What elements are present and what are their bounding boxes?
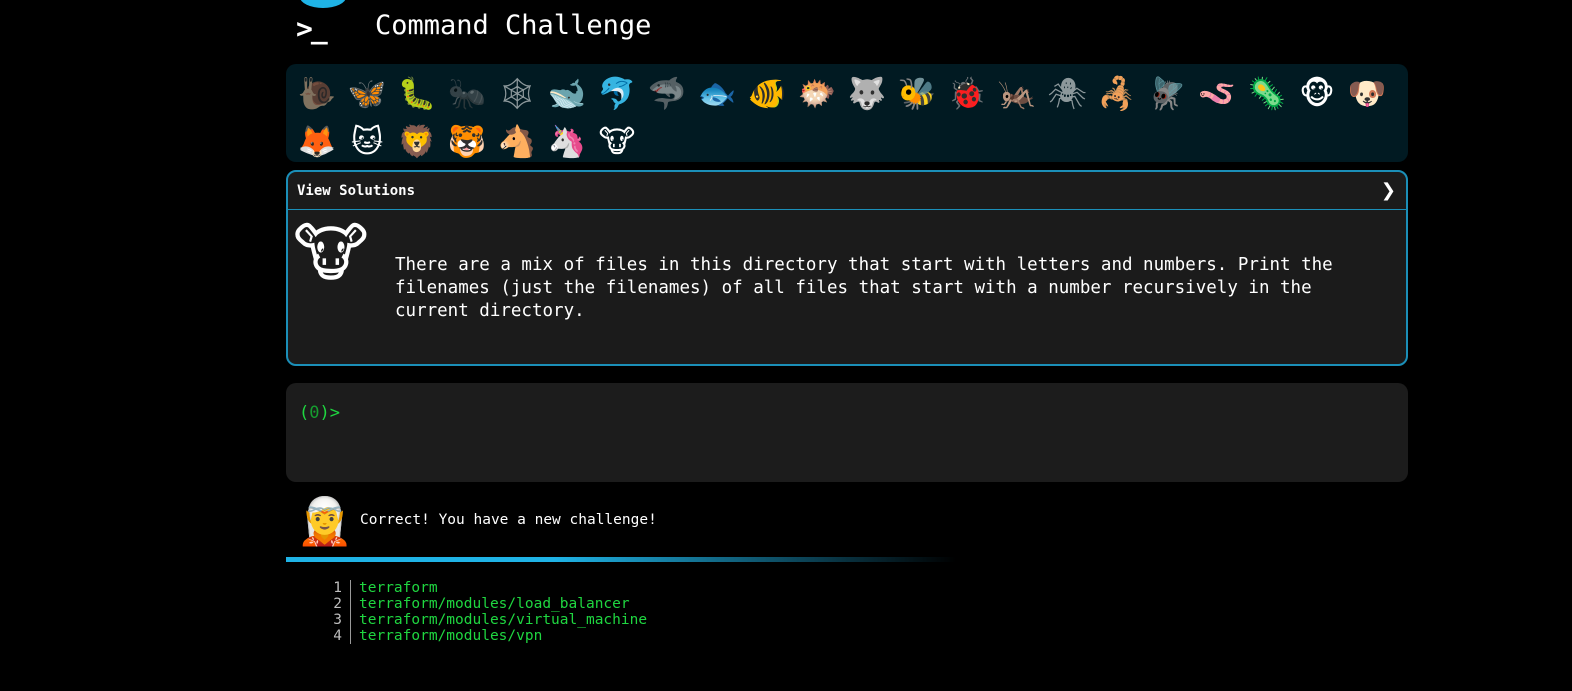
- feedback-text: Correct! You have a new challenge!: [360, 512, 657, 528]
- monkey-icon[interactable]: 🐵: [1292, 70, 1342, 118]
- spider-web-icon[interactable]: 🕸: [492, 70, 542, 118]
- view-solutions-label: View Solutions: [297, 182, 416, 199]
- bee-icon[interactable]: 🐝: [892, 70, 942, 118]
- page-title: Command Challenge: [375, 10, 652, 41]
- spider-icon[interactable]: 🕷: [1042, 70, 1092, 118]
- tiger-icon[interactable]: 🐯: [442, 118, 492, 166]
- microbe-icon[interactable]: 🦠: [1242, 70, 1292, 118]
- line-number: 2: [316, 596, 351, 612]
- line-number: 3: [316, 612, 351, 628]
- output-line: 2 terraform/modules/load_balancer: [316, 596, 647, 612]
- line-number: 4: [316, 628, 351, 644]
- output-text: terraform/modules/vpn: [359, 628, 543, 644]
- butterfly-icon[interactable]: 🦋: [342, 70, 392, 118]
- output-text: terraform: [359, 580, 438, 596]
- terminal-icon: >_: [296, 12, 328, 45]
- lion-icon[interactable]: 🦁: [392, 118, 442, 166]
- output-line: 3 terraform/modules/virtual_machine: [316, 612, 647, 628]
- app-logo: >_: [296, 0, 350, 48]
- tropical-fish-icon[interactable]: 🐠: [742, 70, 792, 118]
- cow-icon: 🐮: [293, 217, 369, 291]
- fox-icon[interactable]: 🦊: [292, 118, 342, 166]
- output-text: terraform/modules/virtual_machine: [359, 612, 648, 628]
- challenge-description: There are a mix of files in this directo…: [395, 255, 1333, 321]
- horse-icon[interactable]: 🐴: [492, 118, 542, 166]
- challenge-animal-bar: 🐌 🦋 🐛 🐜 🕸 🐋 🐬 🦈 🐟 🐠 🐡 🐺 🐝 🐞 🦗 🕷 🦂 🪰 🪱 🦠 🐵 🐶 🦊 🐱 🦁 🐯 🐴 🦄 🐮: [286, 64, 1408, 162]
- ant-icon[interactable]: 🐜: [442, 70, 492, 118]
- shark-icon[interactable]: 🦈: [642, 70, 692, 118]
- chevron-right-icon[interactable]: ❯: [1381, 180, 1396, 201]
- snail-icon[interactable]: 🐌: [292, 70, 342, 118]
- prompt-close: )>: [319, 403, 340, 423]
- feedback-message: 🧝 Correct! You have a new challenge!: [296, 494, 896, 548]
- view-solutions-toggle[interactable]: View Solutions ❯: [288, 172, 1406, 210]
- command-output: 1 terraform 2 terraform/modules/load_balanc…: [316, 580, 647, 644]
- output-line: 1 terraform: [316, 580, 647, 596]
- cat-icon[interactable]: 🐱: [342, 118, 392, 166]
- output-text: terraform/modules/load_balancer: [359, 596, 630, 612]
- unicorn-icon[interactable]: 🦄: [542, 118, 592, 166]
- fly-icon[interactable]: 🪰: [1142, 70, 1192, 118]
- terminal-prompt: (0)>: [299, 403, 340, 423]
- terminal-input[interactable]: (0)>: [286, 383, 1408, 482]
- dolphin-icon[interactable]: 🐬: [592, 70, 642, 118]
- caterpillar-icon[interactable]: 🐛: [392, 70, 442, 118]
- fish-icon[interactable]: 🐟: [692, 70, 742, 118]
- output-line: 4 terraform/modules/vpn: [316, 628, 647, 644]
- whale-icon[interactable]: 🐋: [542, 70, 592, 118]
- logo-arc: [300, 0, 346, 8]
- challenge-card: View Solutions ❯ 🐮 There are a mix of fi…: [286, 170, 1408, 366]
- prompt-open: (: [299, 403, 310, 423]
- ladybug-icon[interactable]: 🐞: [942, 70, 992, 118]
- line-number: 1: [316, 580, 351, 596]
- elf-icon: 🧝: [296, 494, 354, 548]
- cow-icon[interactable]: 🐮: [592, 118, 642, 166]
- pufferfish-icon[interactable]: 🐡: [792, 70, 842, 118]
- progress-bar: [286, 557, 956, 562]
- scorpion-icon[interactable]: 🦂: [1092, 70, 1142, 118]
- prompt-count: 0: [309, 403, 320, 423]
- dog-icon[interactable]: 🐶: [1342, 70, 1392, 118]
- worm-icon[interactable]: 🪱: [1192, 70, 1242, 118]
- cricket-icon[interactable]: 🦗: [992, 70, 1042, 118]
- wolf-icon[interactable]: 🐺: [842, 70, 892, 118]
